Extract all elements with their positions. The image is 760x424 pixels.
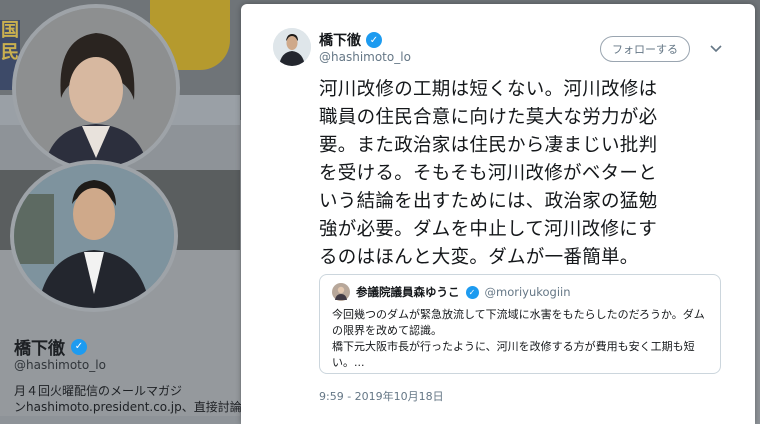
author-name-text[interactable]: 橋下徹 bbox=[319, 30, 361, 50]
tweet-timestamp[interactable]: 9:59 - 2019年10月18日 bbox=[319, 388, 444, 404]
tweet-text: 河川改修の工期は短くない。河川改修は 職員の住民合意に向けた莫大な労力が必 要。… bbox=[319, 79, 658, 268]
verified-badge-icon: ✓ bbox=[366, 32, 382, 48]
chevron-down-icon[interactable] bbox=[707, 40, 725, 58]
quoted-author-name[interactable]: 参議院議員森ゆうこ bbox=[356, 284, 460, 300]
profile-handle: @hashimoto_lo bbox=[14, 358, 106, 372]
quoted-author-handle[interactable]: @moriyukogiin bbox=[485, 285, 571, 299]
author-name[interactable]: 橋下徹 ✓ bbox=[319, 30, 382, 50]
profile-name[interactable]: 橋下徹 ✓ bbox=[14, 334, 87, 359]
tweet-modal: 橋下徹 ✓ @hashimoto_lo フォローする 河川改修の工期は短くない。… bbox=[241, 4, 755, 424]
author-handle[interactable]: @hashimoto_lo bbox=[319, 50, 411, 64]
avatar[interactable] bbox=[12, 4, 180, 172]
profile-bio: 月４回火曜配信のメールマガジ bbox=[14, 384, 183, 398]
verified-badge-icon: ✓ bbox=[71, 338, 87, 355]
profile-bio[interactable]: ンhashimoto.president.co.jp、直接討論が出 bbox=[14, 398, 266, 415]
author-avatar[interactable] bbox=[273, 28, 311, 66]
avatar[interactable] bbox=[10, 160, 178, 312]
follow-button[interactable]: フォローする bbox=[600, 36, 690, 62]
verified-badge-icon: ✓ bbox=[465, 285, 479, 299]
quoted-text: 今回幾つのダムが緊急放流して下流域に水害をもたらしたのだろうか。ダム の限界を改… bbox=[332, 308, 705, 369]
quoted-avatar[interactable] bbox=[332, 283, 350, 301]
profile-name-text[interactable]: 橋下徹 bbox=[14, 334, 65, 359]
quoted-tweet[interactable]: 参議院議員森ゆうこ ✓ @moriyukogiin 今回幾つのダムが緊急放流して… bbox=[319, 274, 721, 374]
